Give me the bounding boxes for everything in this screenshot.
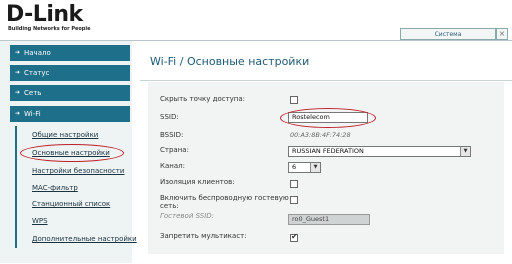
client-isolation-label: Изоляция клиентов: — [160, 178, 235, 186]
guest-network-label-cont: сеть: — [160, 202, 179, 210]
header: D-Link Building Networks for People Сист… — [0, 0, 512, 42]
sidebar-subitem-station-list[interactable]: Станционный список — [32, 200, 132, 209]
sidebar-item-status[interactable]: ➜ Статус — [10, 65, 130, 81]
chevron-down-icon[interactable]: ▼ — [460, 147, 470, 156]
sidebar-item-network[interactable]: ➜ Сеть — [10, 85, 130, 101]
sidebar-item-label: Сеть — [24, 89, 42, 97]
arrow-right-icon: ➜ — [15, 69, 21, 76]
sidebar-item-wifi[interactable]: ➜ Wi-Fi — [10, 106, 130, 122]
sidebar-subitem-wps[interactable]: WPS — [32, 217, 132, 226]
sidebar-item-label: Wi-Fi — [24, 110, 41, 118]
close-icon[interactable]: × — [496, 28, 508, 40]
guest-ssid-input[interactable]: ro0_Guest1 — [288, 214, 370, 225]
client-isolation-checkbox[interactable] — [290, 180, 298, 188]
highlight-ring — [20, 144, 124, 162]
arrow-down-icon: ➜ — [15, 110, 21, 117]
arrow-right-icon: ➜ — [15, 89, 21, 96]
guest-network-label: Включить беспроводную гостевую — [160, 194, 289, 202]
country-select[interactable]: RUSSIAN FEDERATION ▼ — [288, 146, 471, 157]
highlight-ring — [280, 108, 376, 128]
page-title: Wi-Fi / Основные настройки — [150, 55, 310, 68]
system-menu-button[interactable]: Система — [400, 28, 496, 40]
channel-select[interactable]: 6 ▼ — [288, 162, 321, 173]
bssid-value: 00:A3:8B:4F:74:28 — [290, 131, 351, 139]
arrow-right-icon: ➜ — [15, 49, 21, 56]
channel-value: 6 — [292, 163, 297, 171]
multicast-checkbox[interactable] — [290, 232, 298, 242]
hide-ap-checkbox[interactable] — [290, 96, 298, 104]
multicast-label: Запретить мультикаст: — [160, 232, 247, 240]
sidebar-subitem-mac-filter[interactable]: MAC-фильтр — [32, 184, 132, 193]
ssid-label: SSID: — [160, 113, 179, 121]
bssid-label: BSSID: — [160, 131, 184, 139]
sidebar-subitem-security[interactable]: Настройки безопасности — [32, 167, 132, 176]
dlink-logo: D-Link — [6, 2, 83, 27]
chevron-down-icon[interactable]: ▼ — [310, 163, 320, 172]
sidebar-item-home[interactable]: ➜ Начало — [10, 45, 130, 61]
channel-label: Канал: — [160, 162, 185, 170]
sidebar-subitem-advanced[interactable]: Дополнительные настройки — [32, 235, 137, 244]
guest-network-checkbox[interactable] — [290, 196, 298, 204]
sidebar-subitem-general[interactable]: Общие настройки — [32, 131, 132, 140]
country-value: RUSSIAN FEDERATION — [292, 147, 364, 155]
country-label: Страна: — [160, 146, 189, 154]
sidebar-item-label: Начало — [24, 49, 51, 57]
logo-tagline: Building Networks for People — [8, 26, 91, 32]
hide-ap-label: Скрыть точку доступа: — [160, 95, 246, 103]
sidebar-item-label: Статус — [24, 69, 50, 77]
guest-ssid-label: Гостевой SSID: — [160, 212, 215, 220]
submenu-bar — [15, 126, 17, 248]
